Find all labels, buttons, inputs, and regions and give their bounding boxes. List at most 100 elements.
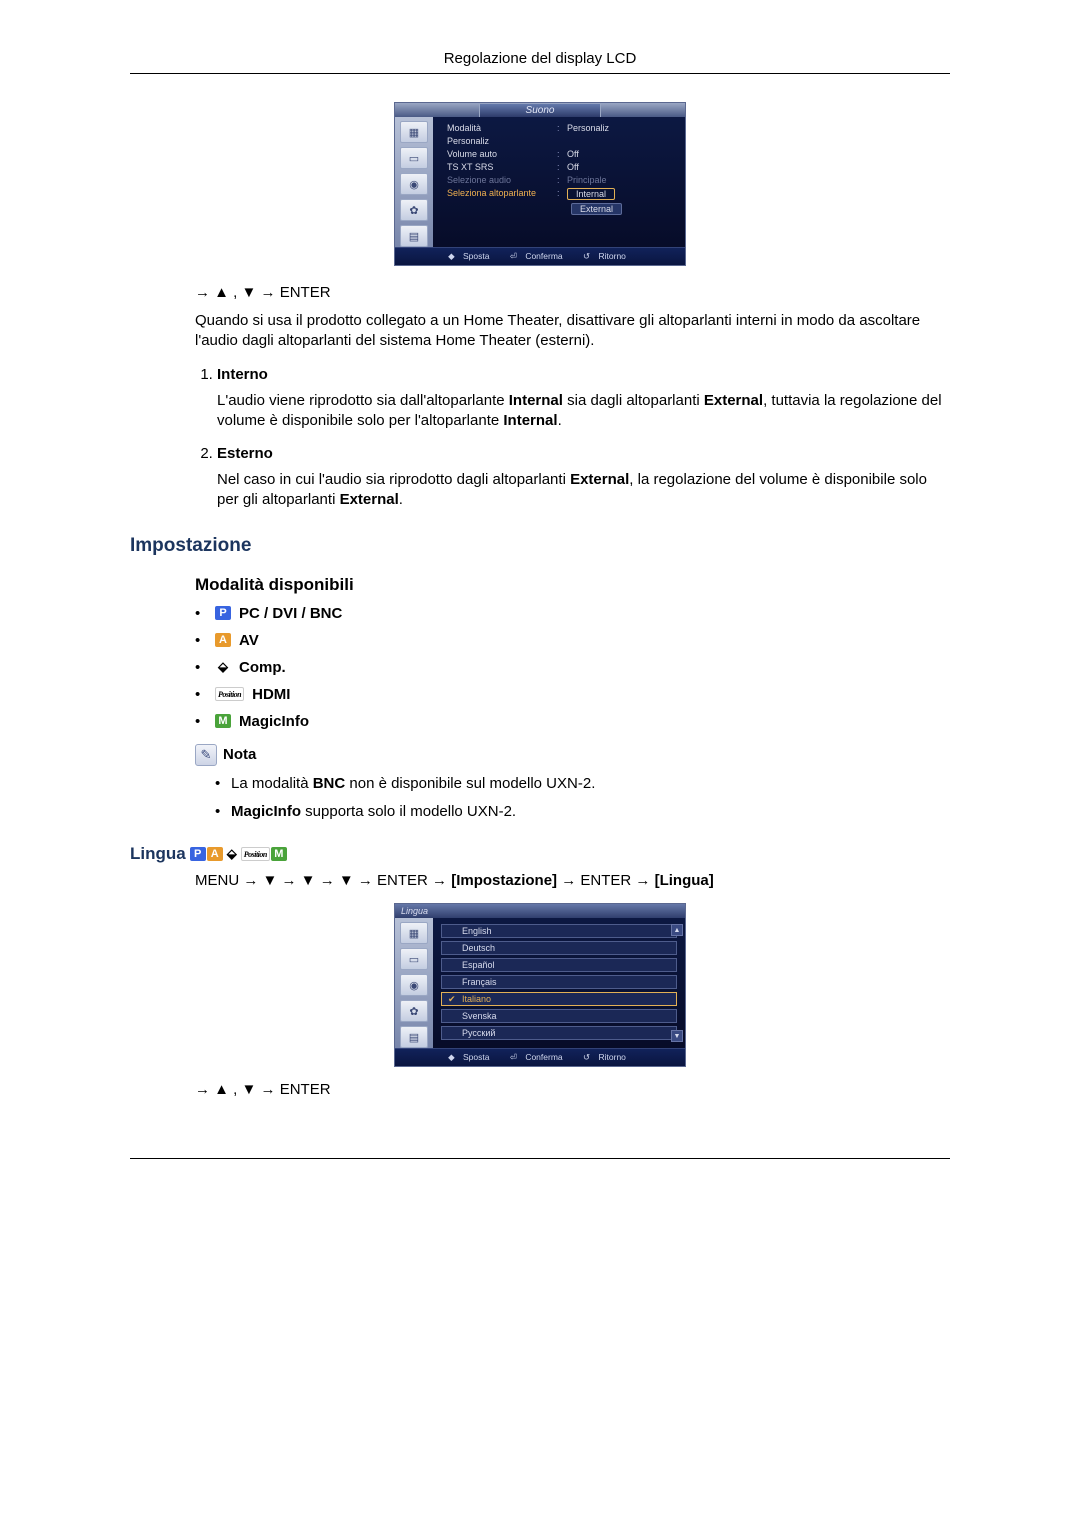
osd-tab-screen-icon[interactable]: ▭: [400, 147, 428, 169]
osd-row-value: Personaliz: [567, 123, 677, 133]
osd-extra-option[interactable]: External: [447, 203, 677, 215]
list-item-body: Nel caso in cui l'audio sia riprodotto d…: [217, 470, 950, 511]
language-option[interactable]: Italiano: [441, 992, 677, 1006]
note-icon: ✎: [195, 744, 217, 766]
osd-row[interactable]: Personaliz: [447, 136, 677, 146]
osd2-title: Lingua: [395, 904, 685, 918]
enter-sequence-1: → ▲ , ▼ → ENTER: [195, 284, 950, 301]
osd-suono: Suono ▦ ▭ ◉ ✿ ▤ Modalità:PersonalizPerso…: [394, 102, 686, 266]
osd-row-value: Principale: [567, 175, 677, 185]
page-header-title: Regolazione del display LCD: [130, 50, 950, 73]
scroll-up-icon[interactable]: ▲: [671, 924, 683, 936]
mode-badge-icon: ⬙: [215, 660, 231, 674]
osd-main: Modalità:PersonalizPersonalizVolume auto…: [433, 117, 685, 247]
osd-row[interactable]: Modalità:Personaliz: [447, 123, 677, 133]
osd-footer-move: ◆ Sposta: [448, 1052, 495, 1062]
osd-footer-move: ◆ Sposta: [448, 251, 495, 261]
mode-badge-icon: Position: [215, 687, 244, 701]
osd2-sidebar: ▦ ▭ ◉ ✿ ▤: [395, 918, 433, 1048]
osd-row-value: [567, 136, 677, 146]
nota-row: ✎ Nota: [195, 744, 950, 766]
language-option[interactable]: Русский: [441, 1026, 677, 1040]
badge-p-icon: P: [190, 847, 206, 861]
osd-row-label: Selezione audio: [447, 175, 557, 185]
osd-row-value: Off: [567, 149, 677, 159]
bullet-icon: •: [195, 659, 207, 676]
bullet-icon: •: [195, 632, 207, 649]
nota-list: La modalità BNC non è disponibile sul mo…: [215, 774, 950, 823]
osd-row-label: Personaliz: [447, 136, 557, 146]
osd-row[interactable]: Volume auto:Off: [447, 149, 677, 159]
lingua-heading-text: Lingua: [130, 844, 186, 864]
osd-footer-return: ↺ Ritorno: [583, 251, 632, 261]
osd-row[interactable]: Selezione audio:Principale: [447, 175, 677, 185]
modes-list: •P PC / DVI / BNC•A AV•⬙ Comp.•Position …: [195, 605, 950, 730]
language-option[interactable]: Deutsch: [441, 941, 677, 955]
mode-label: PC / DVI / BNC: [239, 605, 342, 622]
osd-row[interactable]: TS XT SRS:Off: [447, 162, 677, 172]
osd-tab-setup-icon[interactable]: ✿: [400, 1000, 428, 1022]
mode-item: • ⬙ Comp.: [195, 659, 950, 676]
osd2-scrollbar[interactable]: ▲ ▼: [671, 924, 681, 1042]
osd-row-label: Seleziona altoparlante: [447, 188, 557, 200]
osd-tab-picture-icon[interactable]: ▦: [400, 121, 428, 143]
list-item-body: L'audio viene riprodotto sia dall'altopa…: [217, 391, 950, 432]
osd-row-label: Modalità: [447, 123, 557, 133]
lingua-badges: P A ⬙ Position M: [190, 847, 287, 861]
header-rule: [130, 73, 950, 74]
osd-lingua: Lingua ▦ ▭ ◉ ✿ ▤ English Deutsch Español Fr…: [394, 903, 686, 1067]
impostazione-heading: Impostazione: [130, 535, 950, 557]
scroll-down-icon[interactable]: ▼: [671, 1030, 683, 1042]
osd-row-label: TS XT SRS: [447, 162, 557, 172]
osd-footer: ◆ Sposta ⏎ Conferma ↺ Ritorno: [395, 247, 685, 265]
badge-hdmi-icon: Position: [241, 847, 270, 861]
osd-title: Suono: [479, 104, 601, 117]
osd-row-value: Internal: [567, 188, 677, 200]
nota-item: La modalità BNC non è disponibile sul mo…: [215, 774, 950, 794]
osd-tab-sound-icon[interactable]: ◉: [400, 173, 428, 195]
mode-badge-icon: P: [215, 606, 231, 620]
modalita-heading: Modalità disponibili: [195, 575, 950, 595]
bullet-icon: •: [195, 686, 207, 703]
osd-tab-setup-icon[interactable]: ✿: [400, 199, 428, 221]
osd-row-label: Volume auto: [447, 149, 557, 159]
osd-footer-confirm: ⏎ Conferma: [510, 251, 569, 261]
osd-tab-multi-icon[interactable]: ▤: [400, 1026, 428, 1048]
lingua-heading: Lingua P A ⬙ Position M: [130, 844, 950, 864]
osd-tab-picture-icon[interactable]: ▦: [400, 922, 428, 944]
mode-badge-icon: M: [215, 714, 231, 728]
enter-sequence-2: → ▲ , ▼ → ENTER: [195, 1081, 950, 1098]
badge-comp-icon: ⬙: [224, 847, 240, 861]
list-item-title: Interno: [217, 366, 268, 383]
intro-paragraph: Quando si usa il prodotto collegato a un…: [195, 311, 950, 352]
mode-item: • Position HDMI: [195, 686, 950, 703]
language-option[interactable]: Español: [441, 958, 677, 972]
mode-item: • P PC / DVI / BNC: [195, 605, 950, 622]
mode-label: AV: [239, 632, 259, 649]
osd-titlebar: Suono: [395, 103, 685, 117]
mode-item: •M MagicInfo: [195, 713, 950, 730]
osd-tab-sound-icon[interactable]: ◉: [400, 974, 428, 996]
language-option[interactable]: Français: [441, 975, 677, 989]
osd2-footer: ◆ Sposta ⏎ Conferma ↺ Ritorno: [395, 1048, 685, 1066]
badge-m-icon: M: [271, 847, 287, 861]
list-item-title: Esterno: [217, 445, 273, 462]
osd-footer-confirm: ⏎ Conferma: [510, 1052, 569, 1062]
osd-tab-multi-icon[interactable]: ▤: [400, 225, 428, 247]
osd-sidebar: ▦ ▭ ◉ ✿ ▤: [395, 117, 433, 247]
osd-row[interactable]: Seleziona altoparlante:Internal: [447, 188, 677, 200]
language-option[interactable]: Svenska: [441, 1009, 677, 1023]
list-item: Interno L'audio viene riprodotto sia dall…: [217, 366, 950, 432]
numbered-list: Interno L'audio viene riprodotto sia dall…: [195, 366, 950, 511]
language-option[interactable]: English: [441, 924, 677, 938]
osd-tab-screen-icon[interactable]: ▭: [400, 948, 428, 970]
osd-footer-return: ↺ Ritorno: [583, 1052, 632, 1062]
bullet-icon: •: [195, 605, 207, 622]
bullet-icon: •: [195, 713, 207, 730]
osd-row-value: Off: [567, 162, 677, 172]
mode-label: Comp.: [239, 659, 286, 676]
mode-label: HDMI: [252, 686, 290, 703]
mode-item: •A AV: [195, 632, 950, 649]
nota-item: MagicInfo supporta solo il modello UXN-2…: [215, 802, 950, 822]
list-item: Esterno Nel caso in cui l'audio sia ripro…: [217, 445, 950, 511]
